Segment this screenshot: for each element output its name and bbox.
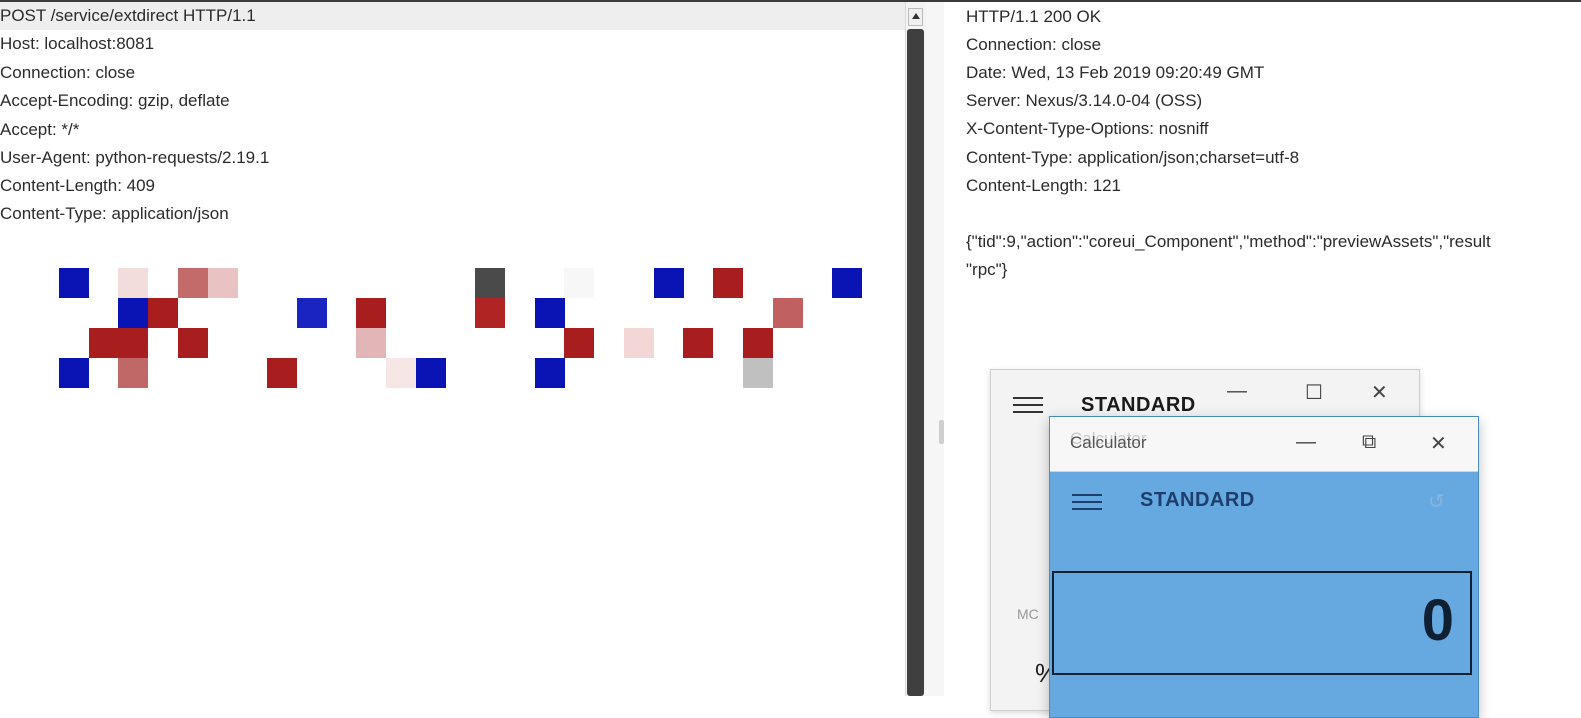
hamburger-menu-icon[interactable]: [1072, 494, 1102, 512]
calculator-mode-title: STANDARD: [1140, 489, 1255, 511]
request-line-6[interactable]: User-Agent: python-requests/2.19.1: [0, 144, 269, 172]
calculator-window[interactable]: Calculator Calculator — ⧉ ✕ STANDARD ↺ 0: [1049, 416, 1479, 718]
response-line-8[interactable]: {"tid":9,"action":"coreui_Component","me…: [966, 228, 1491, 256]
response-line-9[interactable]: "rpc"}: [966, 256, 1007, 284]
request-line-4[interactable]: Accept-Encoding: gzip, deflate: [0, 87, 230, 115]
request-scrollbar[interactable]: [905, 2, 926, 696]
pane-divider[interactable]: [926, 2, 944, 696]
request-line-5[interactable]: Accept: */*: [0, 116, 79, 144]
close-button[interactable]: ✕: [1371, 380, 1388, 405]
response-line-4[interactable]: Server: Nexus/3.14.0-04 (OSS): [966, 87, 1202, 115]
response-line-6[interactable]: Content-Type: application/json;charset=u…: [966, 144, 1299, 172]
history-icon[interactable]: ↺: [1428, 489, 1445, 514]
display-value: 0: [1421, 588, 1454, 653]
calculator-app-title: Calculator: [1070, 433, 1147, 452]
scrollbar-thumb[interactable]: [907, 29, 924, 696]
restore-button[interactable]: ⧉: [1362, 431, 1376, 454]
request-line-8[interactable]: Content-Type: application/json: [0, 200, 229, 228]
calculator-display: 0: [1052, 571, 1472, 675]
request-line-7[interactable]: Content-Length: 409: [0, 172, 155, 200]
request-line-1[interactable]: POST /service/extdirect HTTP/1.1: [0, 2, 905, 30]
scroll-up-icon[interactable]: [908, 8, 923, 26]
response-line-5[interactable]: X-Content-Type-Options: nosniff: [966, 115, 1209, 143]
response-line-2[interactable]: Connection: close: [966, 31, 1101, 59]
maximize-button[interactable]: ☐: [1305, 380, 1323, 405]
minimize-button[interactable]: —: [1227, 380, 1247, 403]
request-line-2[interactable]: Host: localhost:8081: [0, 30, 154, 58]
calculator-titlebar[interactable]: Calculator Calculator — ⧉ ✕: [1050, 417, 1478, 472]
request-pane[interactable]: POST /service/extdirect HTTP/1.1 Host: l…: [0, 2, 912, 696]
response-line-7[interactable]: Content-Length: 121: [966, 172, 1121, 200]
hamburger-menu-icon[interactable]: [1013, 397, 1043, 415]
memory-clear-button[interactable]: MC: [1017, 606, 1039, 622]
response-line-3[interactable]: Date: Wed, 13 Feb 2019 09:20:49 GMT: [966, 59, 1264, 87]
close-button[interactable]: ✕: [1430, 431, 1447, 456]
calculator-mode-title: STANDARD: [1081, 394, 1196, 416]
response-line-1[interactable]: HTTP/1.1 200 OK: [966, 3, 1101, 31]
minimize-button[interactable]: —: [1296, 431, 1316, 454]
request-line-3[interactable]: Connection: close: [0, 59, 135, 87]
divider-grip-icon[interactable]: [939, 420, 944, 444]
